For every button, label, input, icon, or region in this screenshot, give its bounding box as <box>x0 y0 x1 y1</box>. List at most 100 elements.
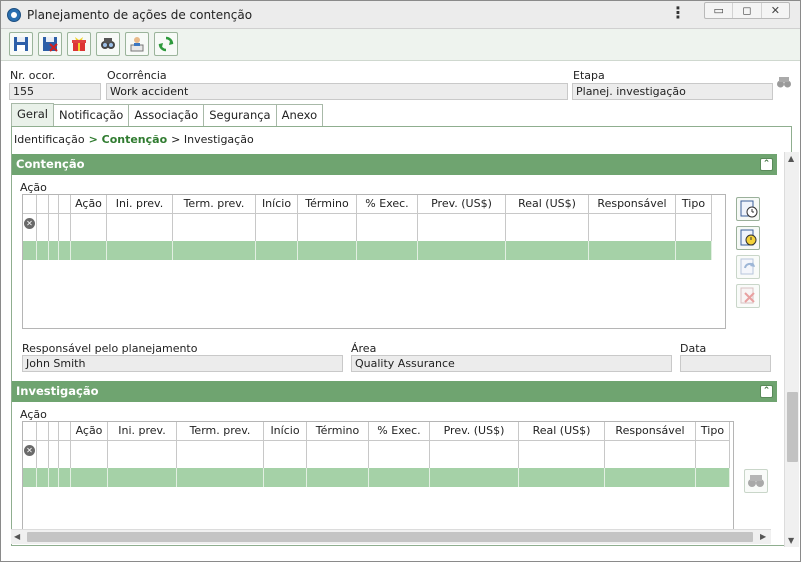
contencao-action-grid: Ação Ini. prev. Term. prev. Início Térmi… <box>22 194 726 329</box>
tab-panel-geral: Identificação > Contenção > Investigação C… <box>11 126 799 547</box>
add-action-button[interactable] <box>736 197 760 221</box>
person-document-icon <box>130 37 144 52</box>
section-contencao-header: Contenção ⌃ <box>12 154 777 175</box>
data-label: Data <box>680 342 707 355</box>
investigacao-grid-header: Ação Ini. prev. Term. prev. Início Térmi… <box>23 422 730 441</box>
col-ini-prev[interactable]: Ini. prev. <box>107 195 173 214</box>
col-prev-usd[interactable]: Prev. (US$) <box>430 422 519 441</box>
nr-ocor-field: 155 <box>9 83 101 100</box>
grid-status-col <box>49 195 59 214</box>
col-responsavel[interactable]: Responsável <box>589 195 676 214</box>
more-menu-icon[interactable]: ⋮ <box>670 5 686 23</box>
binoculars-user-icon <box>101 38 115 49</box>
col-real-usd[interactable]: Real (US$) <box>519 422 605 441</box>
breadcrumb-investigacao[interactable]: > Investigação <box>171 133 254 146</box>
col-term-prev[interactable]: Term. prev. <box>173 195 256 214</box>
col-real-usd[interactable]: Real (US$) <box>506 195 589 214</box>
col-term-prev[interactable]: Term. prev. <box>177 422 264 441</box>
vertical-scroll-thumb[interactable] <box>787 392 798 462</box>
table-row[interactable]: ✕ <box>23 441 730 468</box>
scroll-right-icon[interactable]: ▶ <box>760 533 766 541</box>
save-close-icon <box>43 37 58 52</box>
section-contencao-title: Contenção <box>16 157 85 171</box>
table-row[interactable]: ✕ <box>23 214 712 241</box>
edit-action-button[interactable] <box>736 226 760 250</box>
refresh-icon <box>740 258 755 275</box>
window: Planejamento de ações de contenção ⋮ ▭ ◻… <box>0 0 801 562</box>
col-tipo[interactable]: Tipo <box>696 422 730 441</box>
gift-button[interactable] <box>67 32 91 56</box>
save-close-button[interactable] <box>38 32 62 56</box>
contencao-acao-label: Ação <box>20 181 47 194</box>
scroll-down-icon[interactable]: ▼ <box>788 537 794 545</box>
table-row-new[interactable] <box>23 468 730 487</box>
col-acao[interactable]: Ação <box>71 422 108 441</box>
scroll-left-icon[interactable]: ◀ <box>14 533 20 541</box>
horizontal-scrollbar[interactable]: ◀ ▶ <box>11 529 771 544</box>
tab-anexo[interactable]: Anexo <box>275 104 324 126</box>
col-inicio[interactable]: Início <box>256 195 298 214</box>
binoculars-icon <box>748 475 764 487</box>
area-field: Quality Assurance <box>351 355 672 372</box>
area-label: Área <box>351 342 377 355</box>
person-document-button[interactable] <box>125 32 149 56</box>
responsavel-label: Responsável pelo planejamento <box>22 342 198 355</box>
col-exec[interactable]: % Exec. <box>369 422 430 441</box>
save-button[interactable] <box>9 32 33 56</box>
col-ini-prev[interactable]: Ini. prev. <box>108 422 177 441</box>
delete-action-button[interactable] <box>736 284 760 308</box>
col-acao[interactable]: Ação <box>71 195 107 214</box>
collapse-contencao-icon[interactable]: ⌃ <box>760 158 773 171</box>
grid-status-col <box>59 195 71 214</box>
delete-row-icon[interactable]: ✕ <box>24 218 35 229</box>
grid-select-col[interactable] <box>23 195 37 214</box>
refresh-icon <box>158 36 174 52</box>
col-termino[interactable]: Término <box>307 422 369 441</box>
col-tipo[interactable]: Tipo <box>676 195 712 214</box>
binoculars-icon <box>777 77 791 88</box>
contencao-grid-header: Ação Ini. prev. Term. prev. Início Térmi… <box>23 195 712 214</box>
vertical-scrollbar[interactable]: ▲ ▼ <box>784 152 799 547</box>
toolbar <box>1 29 800 61</box>
data-field <box>680 355 771 372</box>
tab-geral[interactable]: Geral <box>11 103 54 126</box>
grid-status-col <box>59 422 71 441</box>
search-investigacao-button[interactable] <box>744 469 768 493</box>
section-investigacao-title: Investigação <box>16 384 99 398</box>
maximize-button[interactable]: ◻ <box>733 3 762 18</box>
ocorrencia-label: Ocorrência <box>107 69 167 82</box>
col-exec[interactable]: % Exec. <box>357 195 418 214</box>
grid-status-col <box>49 422 59 441</box>
col-inicio[interactable]: Início <box>264 422 307 441</box>
breadcrumb-identificacao[interactable]: Identificação <box>14 133 85 146</box>
scroll-up-icon[interactable]: ▲ <box>788 155 794 163</box>
breadcrumb-contencao[interactable]: > Contenção <box>89 133 168 146</box>
col-responsavel[interactable]: Responsável <box>605 422 696 441</box>
search-etapa-button[interactable] <box>776 74 792 90</box>
tab-seguranca[interactable]: Segurança <box>203 104 277 126</box>
responsavel-field: John Smith <box>22 355 343 372</box>
tab-strip: Geral Notificação Associação Segurança A… <box>11 103 324 126</box>
tab-notificacao[interactable]: Notificação <box>52 104 130 126</box>
tab-associacao[interactable]: Associação <box>128 104 205 126</box>
title-bar: Planejamento de ações de contenção ⋮ ▭ ◻… <box>1 1 800 29</box>
section-investigacao-header: Investigação ⌃ <box>12 381 777 402</box>
search-user-button[interactable] <box>96 32 120 56</box>
table-row-new[interactable] <box>23 241 712 260</box>
save-icon <box>14 37 28 51</box>
ocorrencia-field: Work accident <box>106 83 568 100</box>
refresh-action-button[interactable] <box>736 255 760 279</box>
col-prev-usd[interactable]: Prev. (US$) <box>418 195 506 214</box>
collapse-investigacao-icon[interactable]: ⌃ <box>760 385 773 398</box>
horizontal-scroll-thumb[interactable] <box>27 532 753 542</box>
refresh-button[interactable] <box>154 32 178 56</box>
etapa-field: Planej. investigação <box>572 83 773 100</box>
close-button[interactable]: ✕ <box>762 3 789 18</box>
minimize-button[interactable]: ▭ <box>705 3 734 18</box>
grid-select-col[interactable] <box>23 422 37 441</box>
app-logo-icon <box>7 8 21 22</box>
col-termino[interactable]: Término <box>298 195 357 214</box>
add-clock-icon <box>740 200 758 218</box>
delete-row-icon[interactable]: ✕ <box>24 445 35 456</box>
gift-icon <box>72 37 86 51</box>
